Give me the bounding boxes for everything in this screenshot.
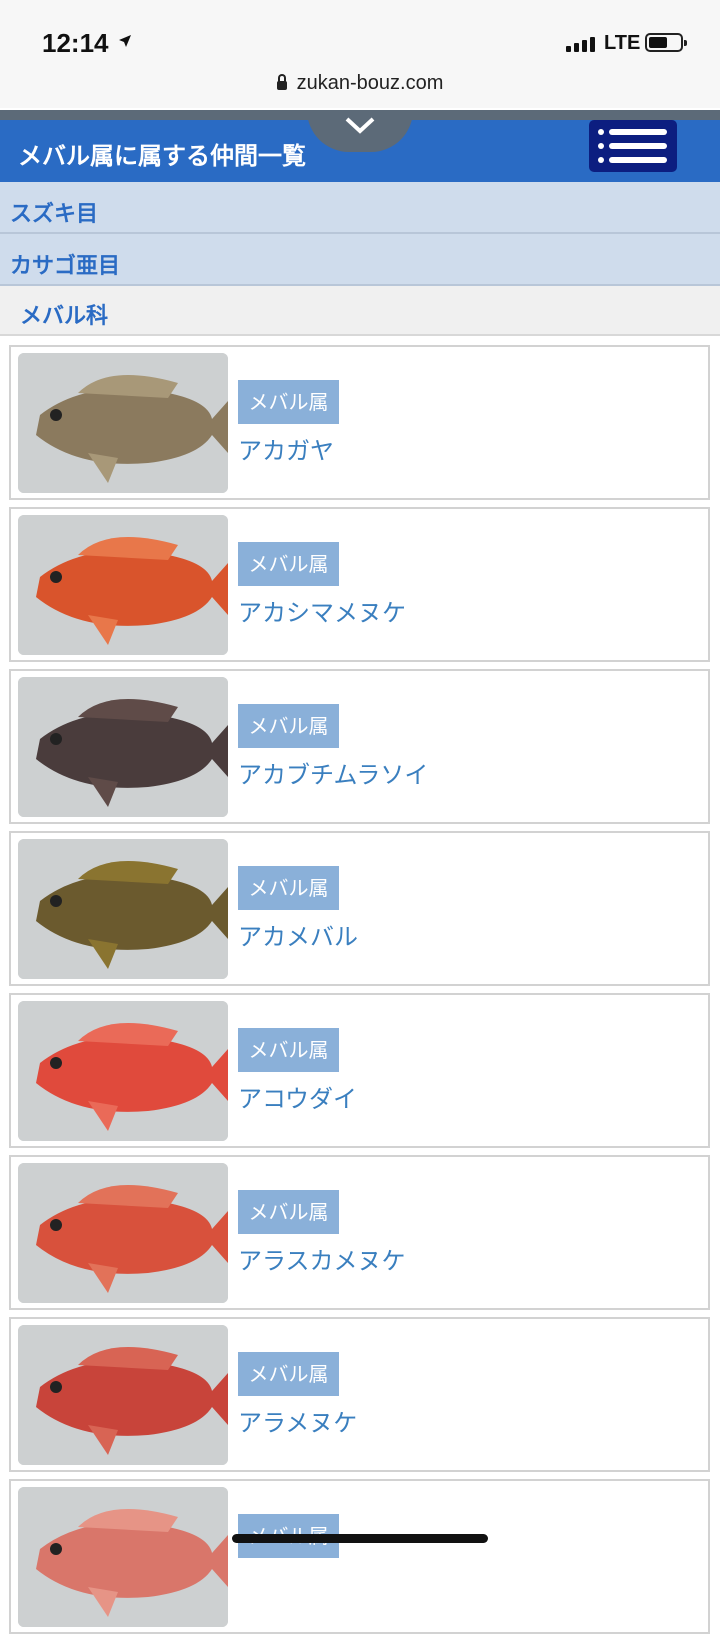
fish-list-item[interactable]: メバル属アカブチムラソイ (9, 669, 710, 824)
battery-icon (645, 33, 687, 52)
breadcrumb-family-label: メバル科 (20, 304, 109, 329)
fish-thumbnail[interactable] (18, 677, 228, 817)
fish-image (18, 1001, 228, 1141)
lock-icon (276, 74, 287, 90)
genus-tag[interactable]: メバル属 (238, 542, 339, 586)
breadcrumb-order-label: スズキ目 (10, 202, 99, 227)
signal-icon (566, 36, 595, 52)
url-text: zukan-bouz.com (296, 72, 444, 94)
fish-image (18, 839, 228, 979)
genus-tag[interactable]: メバル属 (238, 380, 339, 424)
fish-thumbnail[interactable] (18, 1001, 228, 1141)
status-time: 12:14 (42, 28, 109, 58)
home-indicator[interactable] (232, 1534, 488, 1543)
fish-image (18, 515, 228, 655)
genus-tag[interactable]: メバル属 (238, 866, 339, 910)
chevron-down-icon (345, 117, 375, 134)
genus-tag[interactable]: メバル属 (238, 1028, 339, 1072)
breadcrumb-suborder[interactable]: カサゴ亜目 (0, 234, 720, 286)
fish-name[interactable]: アコウダイ (238, 1079, 357, 1114)
fish-list-item[interactable]: メバル属 アカガヤ (9, 345, 710, 500)
list-menu-icon (598, 129, 667, 163)
genus-tag[interactable]: メバル属 (238, 704, 339, 748)
fish-image (18, 1163, 228, 1303)
fish-thumbnail[interactable] (18, 1325, 228, 1465)
fish-thumbnail[interactable] (18, 1487, 228, 1627)
breadcrumb-order[interactable]: スズキ目 (0, 182, 720, 234)
fish-name[interactable]: アカブチムラソイ (238, 755, 428, 790)
menu-button[interactable] (589, 120, 677, 172)
address-bar[interactable]: zukan-bouz.com (0, 62, 720, 108)
fish-image (18, 677, 228, 817)
genus-tag[interactable]: メバル属 (238, 1190, 339, 1234)
fish-image (18, 1487, 228, 1627)
status-bar: 12:14 LTE (0, 0, 720, 70)
breadcrumb-family[interactable]: メバル科 (0, 286, 720, 336)
fish-name[interactable]: アカシマメヌケ (238, 593, 406, 628)
fish-list-item[interactable]: メバル属 (9, 1479, 710, 1634)
fish-name[interactable]: アカガヤ (238, 431, 334, 466)
fish-list-item[interactable]: メバル属アカシマメヌケ (9, 507, 710, 662)
fish-thumbnail[interactable] (18, 1163, 228, 1303)
fish-thumbnail[interactable] (18, 839, 228, 979)
genus-tag[interactable]: メバル属 (238, 1352, 339, 1396)
page-title: メバル属に属する仲間一覧 (18, 142, 306, 170)
fish-thumbnail[interactable] (18, 353, 228, 493)
fish-name[interactable]: アカメバル (238, 917, 358, 952)
fish-image (18, 1325, 228, 1465)
fish-name[interactable]: アラスカメヌケ (238, 1241, 406, 1276)
fish-list-item[interactable]: メバル属アラスカメヌケ (9, 1155, 710, 1310)
fish-list-item[interactable]: メバル属 アラメヌケ (9, 1317, 710, 1472)
breadcrumb-suborder-label: カサゴ亜目 (10, 254, 121, 279)
fish-thumbnail[interactable] (18, 515, 228, 655)
fish-list-item[interactable]: メバル属 アカメバル (9, 831, 710, 986)
fish-list-item[interactable]: メバル属 アコウダイ (9, 993, 710, 1148)
network-type: LTE (604, 32, 641, 54)
fish-name[interactable]: アラメヌケ (238, 1403, 357, 1438)
fish-image (18, 353, 228, 493)
location-arrow-icon (119, 35, 131, 47)
